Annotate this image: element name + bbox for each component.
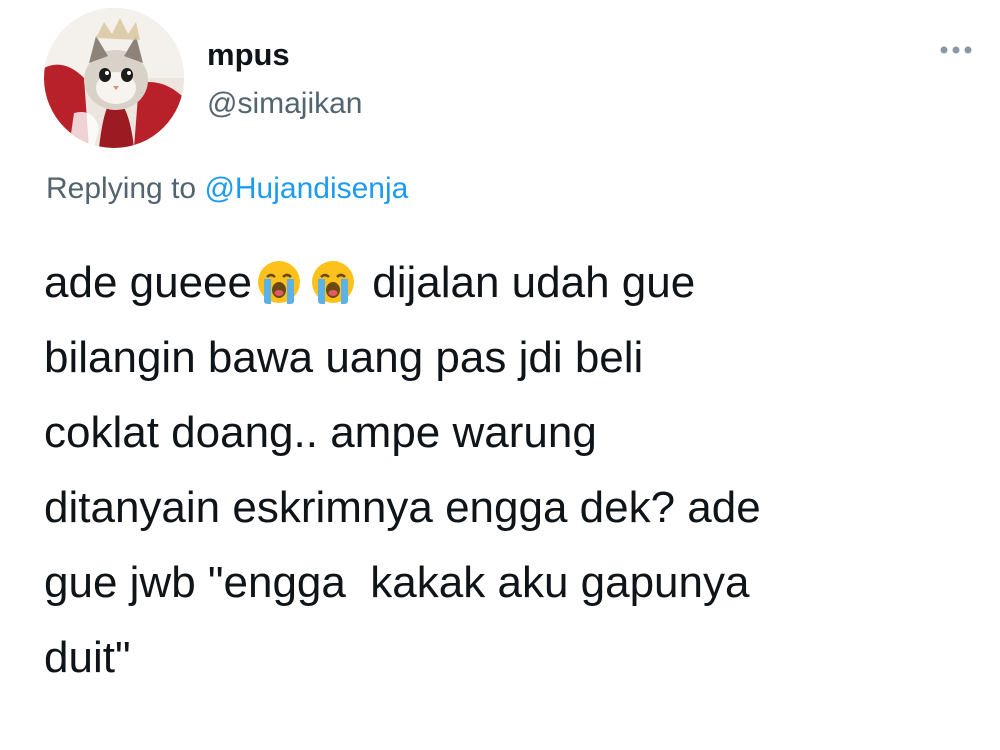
cat-avatar-image bbox=[44, 8, 184, 148]
loudly-crying-face-icon bbox=[258, 261, 300, 304]
more-horizontal-icon[interactable] bbox=[930, 36, 982, 64]
reply-context: Replying to @Hujandisenja bbox=[46, 169, 408, 209]
tweet-line-3: coklat doang.. ampe warung bbox=[44, 408, 597, 457]
tweet-line-1: ade gueee dijalan udah gue bbox=[44, 245, 984, 320]
user-handle[interactable]: @simajikan bbox=[207, 84, 363, 124]
tweet-text: ade gueee dijalan udah gue bilangin bawa… bbox=[44, 245, 984, 695]
tweet-line-1-start: ade gueee bbox=[44, 258, 252, 307]
tweet-line-1-end: dijalan udah gue bbox=[360, 258, 696, 307]
reply-context-prefix: Replying to bbox=[46, 172, 205, 205]
tweet-line-5: gue jwb "engga kakak aku gapunya bbox=[44, 558, 750, 607]
display-name[interactable]: mpus bbox=[207, 35, 290, 75]
reply-mention-link[interactable]: @Hujandisenja bbox=[204, 172, 408, 205]
avatar[interactable] bbox=[44, 8, 184, 148]
tweet-line-4: ditanyain eskrimnya engga dek? ade bbox=[44, 483, 761, 532]
tweet-line-6: duit" bbox=[44, 633, 131, 682]
loudly-crying-face-icon bbox=[312, 261, 354, 304]
tweet-line-2: bilangin bawa uang pas jdi beli bbox=[44, 333, 644, 382]
